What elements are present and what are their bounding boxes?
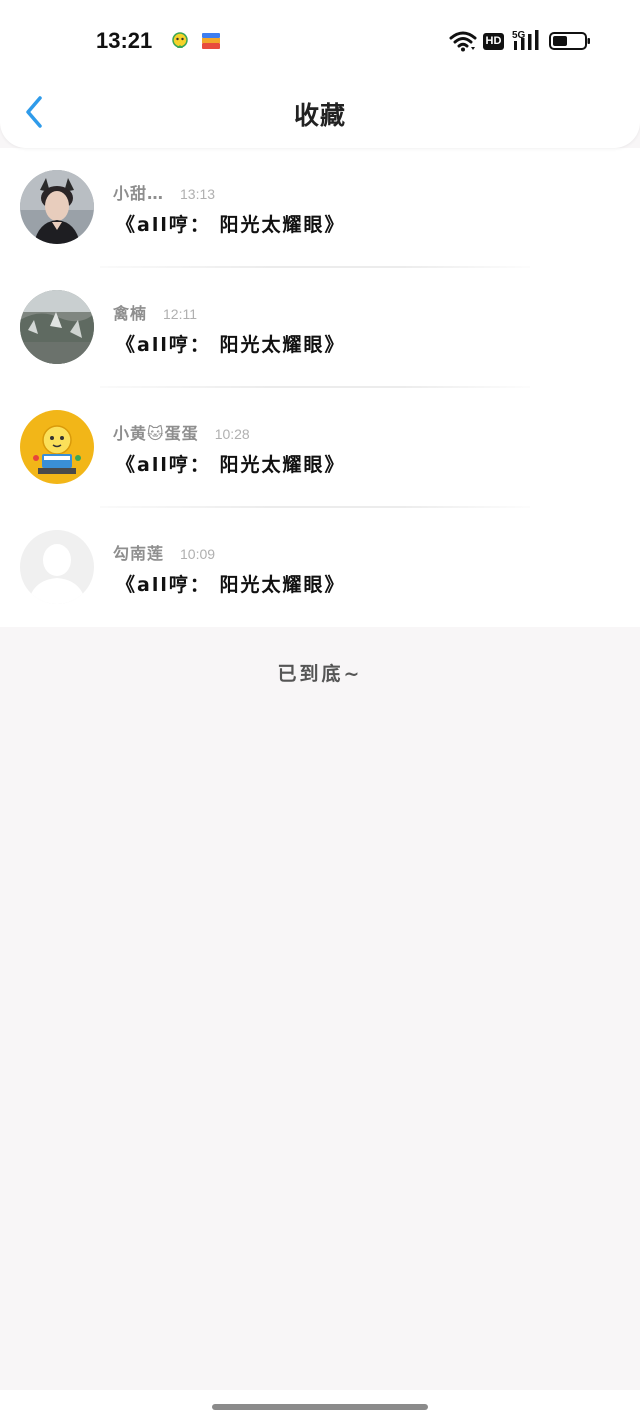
avatar[interactable] bbox=[20, 530, 94, 604]
author-name: 小甜… bbox=[113, 184, 165, 203]
end-of-list-text: 已到底~ bbox=[277, 663, 363, 685]
list-item[interactable]: 勾南莲 10:09 《all哼： 阳光太耀眼》 bbox=[0, 508, 640, 628]
item-meta: 小甜… 13:13 bbox=[113, 180, 216, 203]
status-time: 13:21 bbox=[96, 28, 153, 53]
item-meta: 小黄🐱蛋蛋 10:28 bbox=[113, 420, 250, 443]
item-time: 10:09 bbox=[180, 546, 216, 562]
item-time: 12:11 bbox=[163, 306, 198, 322]
page-title: 收藏 bbox=[293, 101, 346, 130]
item-meta: 勾南莲 10:09 bbox=[113, 540, 216, 563]
item-meta: 禽楠 12:11 bbox=[113, 300, 198, 323]
author-name: 小黄🐱蛋蛋 bbox=[113, 424, 199, 443]
signal-icon: 5G bbox=[512, 28, 542, 52]
avatar[interactable] bbox=[20, 410, 94, 484]
author-name: 禽楠 bbox=[113, 304, 148, 323]
author-name: 勾南莲 bbox=[113, 544, 165, 563]
wifi-icon bbox=[449, 30, 477, 52]
favorites-list: 小甜… 13:13 《all哼： 阳光太耀眼》 禽楠 12:11 《all哼： 阳光… bbox=[0, 148, 640, 627]
home-indicator[interactable] bbox=[212, 1404, 428, 1410]
header-area: 13:21 HD 5G 收藏 bbox=[0, 0, 640, 148]
list-item[interactable]: 小黄🐱蛋蛋 10:28 《all哼： 阳光太耀眼》 bbox=[0, 388, 640, 508]
item-title[interactable]: 《all哼： 阳光太耀眼》 bbox=[116, 330, 345, 357]
list-item[interactable]: 禽楠 12:11 《all哼： 阳光太耀眼》 bbox=[0, 268, 640, 388]
status-bar: 13:21 HD 5G bbox=[0, 0, 640, 82]
app-notification-icon bbox=[170, 31, 190, 51]
item-title[interactable]: 《all哼： 阳光太耀眼》 bbox=[116, 210, 345, 237]
list-item[interactable]: 小甜… 13:13 《all哼： 阳光太耀眼》 bbox=[0, 148, 640, 268]
wallet-app-icon bbox=[201, 32, 221, 50]
avatar[interactable] bbox=[20, 290, 94, 364]
hd-badge: HD bbox=[483, 33, 504, 50]
battery-icon bbox=[549, 31, 591, 51]
item-time: 13:13 bbox=[180, 186, 216, 202]
item-time: 10:28 bbox=[214, 426, 250, 442]
item-title[interactable]: 《all哼： 阳光太耀眼》 bbox=[116, 570, 345, 597]
avatar[interactable] bbox=[20, 170, 94, 244]
item-title[interactable]: 《all哼： 阳光太耀眼》 bbox=[116, 450, 345, 477]
default-avatar-icon bbox=[20, 530, 94, 604]
